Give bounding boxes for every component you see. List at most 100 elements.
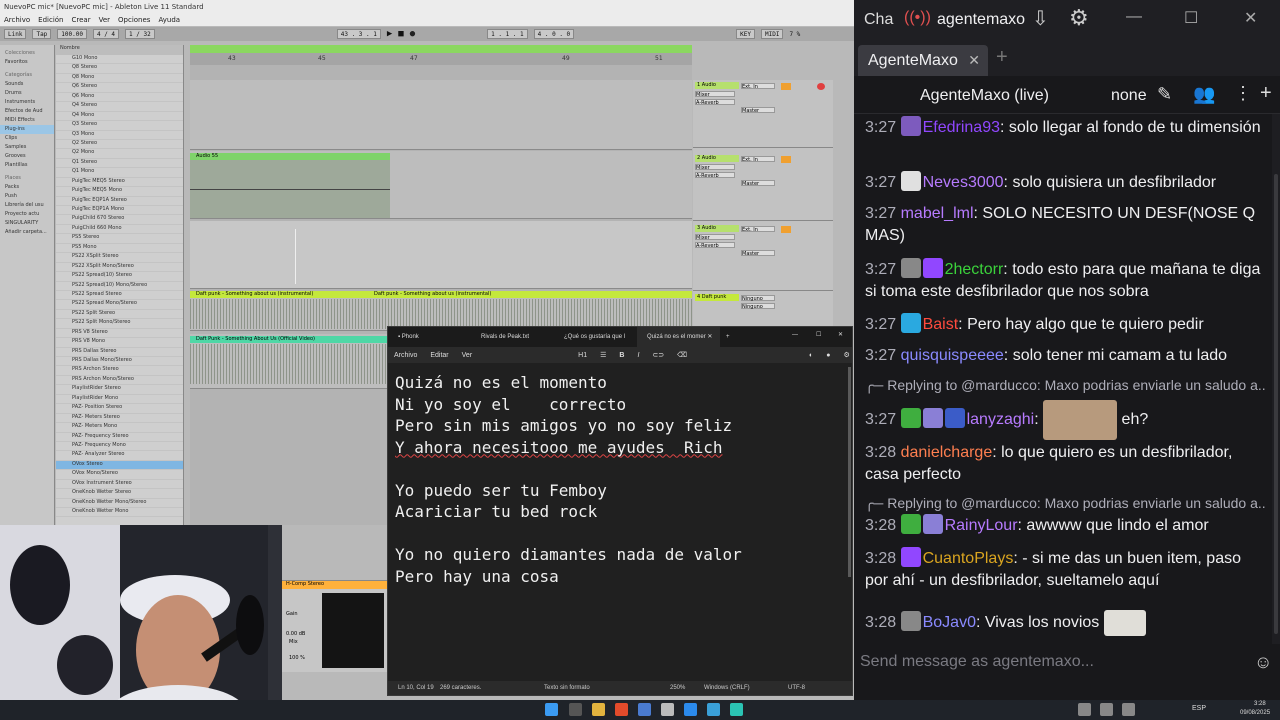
plugin-list-item[interactable]: OVox Stereo: [56, 460, 183, 471]
tab-agentemaxo[interactable]: AgenteMaxo ✕: [858, 45, 988, 76]
category-item-plugins[interactable]: Plug-ins: [0, 125, 54, 134]
chat-message[interactable]: 3:28 RainyLour: awwww que lindo el amor: [865, 514, 1265, 537]
input-select[interactable]: Ninguno: [741, 295, 775, 302]
plugin-list-item[interactable]: Q2 Mono: [56, 149, 183, 159]
place-item[interactable]: SINGULARITY: [0, 219, 54, 228]
send-select[interactable]: A-Reverb: [695, 172, 735, 179]
track-name[interactable]: 1 Audio: [695, 82, 739, 89]
plugin-list-item[interactable]: Q4 Mono: [56, 112, 183, 122]
audio-clip[interactable]: Audio 55: [190, 153, 390, 160]
username[interactable]: Neves3000: [923, 174, 1004, 191]
plugin-list-item[interactable]: PAZ- Analyzer Stereo: [56, 451, 183, 461]
menu-ver[interactable]: Ver: [462, 352, 473, 359]
category-item[interactable]: Plantillas: [0, 161, 54, 170]
clock-time[interactable]: 3:28: [1254, 701, 1266, 707]
track-name[interactable]: 2 Audio: [695, 155, 739, 162]
plugin-list-item[interactable]: PuigTec EQP1A Mono: [56, 206, 183, 216]
plugin-list-item[interactable]: Q6 Mono: [56, 93, 183, 103]
input-select[interactable]: Ext. In: [741, 83, 775, 90]
menu-ver[interactable]: Ver: [99, 16, 110, 24]
start-icon[interactable]: [545, 703, 558, 716]
tap-button[interactable]: Tap: [32, 29, 52, 39]
chat-message[interactable]: 3:28 danielcharge: lo que quiero es un d…: [865, 442, 1265, 486]
username[interactable]: lanyzaghi: [967, 411, 1035, 428]
users-icon[interactable]: 👥: [1193, 84, 1215, 105]
record-icon[interactable]: ●: [410, 29, 415, 39]
plugin-list-item[interactable]: PlaylistRider Stereo: [56, 385, 183, 395]
plugin-list-item[interactable]: Q8 Mono: [56, 74, 183, 84]
plugin-list-item[interactable]: Q4 Stereo: [56, 102, 183, 112]
stop-icon[interactable]: ■: [398, 29, 403, 39]
live-channel-name[interactable]: agentemaxo: [937, 11, 1025, 29]
plugin-list-item[interactable]: PRS Archon Mono/Stereo: [56, 376, 183, 386]
favorites-item[interactable]: Favoritos: [0, 58, 54, 67]
category-item[interactable]: Sounds: [0, 80, 54, 89]
tab-rivals[interactable]: Rivals de Peak.txt: [471, 327, 554, 347]
plugin-list-item[interactable]: PS22 Spread Stereo: [56, 291, 183, 301]
arm-button[interactable]: [817, 83, 825, 90]
chat-message[interactable]: 3:27 2hectorr: todo esto para que mañana…: [865, 258, 1265, 303]
username[interactable]: Efedrina93: [923, 119, 1000, 136]
menu-opciones[interactable]: Opciones: [118, 16, 150, 24]
tab-quiza[interactable]: Quizá no es el momer ✕: [637, 327, 720, 347]
track-lane-4[interactable]: Daft punk - Something about us (instrume…: [190, 291, 692, 331]
menu-archivo[interactable]: Archivo: [4, 16, 30, 24]
send-select[interactable]: A-Reverb: [695, 242, 735, 249]
plugin-list-item[interactable]: PS5 Mono: [56, 244, 183, 254]
zoom-status[interactable]: 250%: [670, 685, 685, 691]
add-split-icon[interactable]: +: [1260, 82, 1272, 105]
plugin-list-item[interactable]: PRS V8 Stereo: [56, 329, 183, 339]
output-select[interactable]: Master: [741, 180, 775, 187]
track-name[interactable]: 3 Audio: [695, 225, 739, 232]
italic-icon[interactable]: I: [637, 352, 639, 359]
username[interactable]: mabel_lml: [901, 205, 974, 222]
username[interactable]: danielcharge: [901, 444, 993, 461]
mix-value[interactable]: 100 %: [289, 655, 305, 661]
plugin-list-item[interactable]: PuigChild 660 Mono: [56, 225, 183, 235]
track-lane-3[interactable]: [190, 221, 692, 289]
plugin-list-item[interactable]: PS22 XSplit Stereo: [56, 253, 183, 263]
bold-icon[interactable]: B: [619, 352, 624, 359]
clear-format-icon[interactable]: ⌫: [677, 351, 687, 359]
download-icon[interactable]: ⇩: [1032, 6, 1049, 31]
plugin-list-item[interactable]: Q6 Stereo: [56, 83, 183, 93]
search-icon[interactable]: [569, 703, 582, 716]
plugin-list-item[interactable]: PAZ- Meters Mono: [56, 423, 183, 433]
username[interactable]: 2hectorr: [945, 261, 1004, 278]
input-select[interactable]: Ext. In: [741, 156, 775, 163]
plugin-list-item[interactable]: PS22 Spread(10) Mono/Stereo: [56, 282, 183, 291]
plugin-list-item[interactable]: PAZ- Position Stereo: [56, 404, 183, 414]
output-select[interactable]: Master: [741, 250, 775, 257]
category-item[interactable]: Clips: [0, 134, 54, 143]
video-clip[interactable]: Daft Punk - Something About Us (Official…: [190, 336, 390, 343]
plugin-list-item[interactable]: PRS Archon Stereo: [56, 366, 183, 376]
track-activator[interactable]: [781, 156, 791, 163]
place-item[interactable]: Push: [0, 192, 54, 201]
tempo-field[interactable]: 100.00: [57, 29, 87, 39]
chat-message[interactable]: 3:27 mabel_lml: SOLO NECESITO UN DESF(NO…: [865, 203, 1265, 247]
tray-icon[interactable]: [1122, 703, 1135, 716]
plugin-list-item[interactable]: PS22 Split Stereo: [56, 310, 183, 320]
gear-icon[interactable]: ⚙: [1069, 5, 1089, 31]
menu-edicion[interactable]: Edición: [38, 16, 63, 24]
app-icon[interactable]: [730, 703, 743, 716]
chat-message[interactable]: 3:27 Baist: Pero hay algo que te quiero …: [865, 313, 1265, 336]
position-field[interactable]: 43 . 3 . 1: [336, 29, 381, 39]
plugin-list-item[interactable]: PS5 Stereo: [56, 234, 183, 244]
mixer-select[interactable]: Mixer: [695, 91, 735, 98]
more-icon[interactable]: ⋮: [1234, 83, 1252, 104]
plugin-list-item[interactable]: PS22 Split Mono/Stereo: [56, 319, 183, 329]
mixer-select[interactable]: Ninguno: [741, 303, 775, 310]
chat-message[interactable]: 3:27 lanyzaghi: eh?: [865, 398, 1265, 442]
link-button[interactable]: Link: [4, 29, 27, 39]
gain-value[interactable]: 0.00 dB: [286, 631, 305, 637]
loop-start-field[interactable]: 1 . 1 . 1: [487, 29, 528, 39]
maximize-icon[interactable]: ☐: [1184, 8, 1198, 28]
plugin-list-item[interactable]: OVox Mono/Stereo: [56, 470, 183, 480]
input-select[interactable]: Ext. In: [741, 226, 775, 233]
add-folder-item[interactable]: Añadir carpeta...: [0, 228, 54, 237]
plugin-list-item[interactable]: PAZ- Frequency Stereo: [56, 433, 183, 442]
heading-select[interactable]: H1: [578, 352, 587, 359]
track-lane-1[interactable]: [190, 80, 692, 150]
language-indicator[interactable]: ESP: [1192, 705, 1206, 712]
